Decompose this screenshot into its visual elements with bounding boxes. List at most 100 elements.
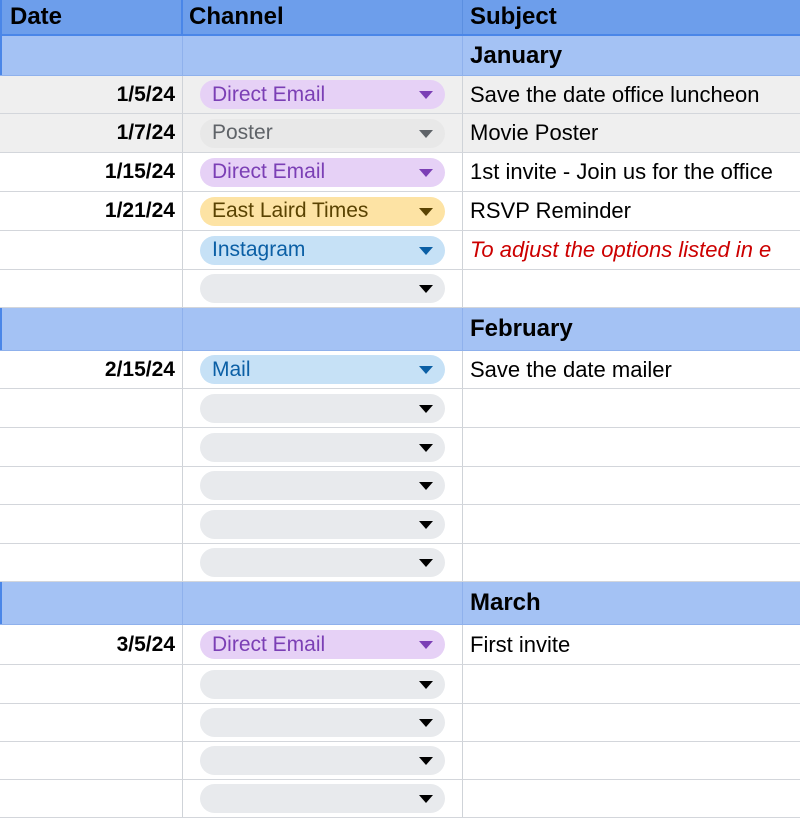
subject-cell[interactable] xyxy=(463,505,800,543)
date-cell[interactable]: 3/5/24 xyxy=(0,625,183,664)
channel-cell[interactable] xyxy=(183,270,463,307)
subject-cell[interactable]: March xyxy=(463,582,800,624)
header-channel-cell[interactable]: Channel xyxy=(183,0,463,34)
subject-cell[interactable]: January xyxy=(463,36,800,75)
subject-cell[interactable]: 1st invite - Join us for the office xyxy=(463,153,800,191)
channel-cell[interactable] xyxy=(183,780,463,817)
chevron-down-icon[interactable] xyxy=(419,246,433,255)
chevron-down-icon[interactable] xyxy=(419,757,433,765)
chevron-down-icon[interactable] xyxy=(419,168,433,177)
date-cell[interactable] xyxy=(0,308,183,350)
chevron-down-icon[interactable] xyxy=(419,482,433,490)
channel-cell[interactable]: Mail xyxy=(183,351,463,388)
channel-chip-label: East Laird Times xyxy=(212,199,369,222)
table-row xyxy=(0,544,800,582)
channel-dropdown-chip[interactable]: Mail xyxy=(200,355,445,384)
date-cell[interactable]: 1/7/24 xyxy=(0,114,183,152)
date-cell[interactable] xyxy=(0,665,183,703)
date-cell[interactable] xyxy=(0,742,183,779)
date-cell[interactable] xyxy=(0,582,183,624)
channel-cell[interactable] xyxy=(183,467,463,504)
chevron-down-icon[interactable] xyxy=(419,795,433,803)
channel-dropdown-chip[interactable]: Instagram xyxy=(200,235,445,265)
date-cell[interactable]: 1/5/24 xyxy=(0,76,183,113)
date-cell[interactable]: 2/15/24 xyxy=(0,351,183,388)
channel-cell[interactable] xyxy=(183,389,463,427)
subject-cell[interactable] xyxy=(463,780,800,817)
channel-dropdown-chip[interactable]: Direct Email xyxy=(200,630,445,659)
subject-cell[interactable] xyxy=(463,389,800,427)
subject-cell[interactable]: RSVP Reminder xyxy=(463,192,800,230)
subject-cell[interactable]: To adjust the options listed in e xyxy=(463,231,800,269)
date-cell[interactable] xyxy=(0,467,183,504)
header-subject-cell[interactable]: Subject xyxy=(463,0,800,34)
channel-dropdown-chip[interactable] xyxy=(200,471,445,500)
chevron-down-icon[interactable] xyxy=(419,366,433,374)
chevron-down-icon[interactable] xyxy=(419,443,433,452)
header-date-cell[interactable]: Date xyxy=(0,0,183,34)
subject-cell[interactable] xyxy=(463,467,800,504)
subject-cell[interactable] xyxy=(463,665,800,703)
channel-dropdown-chip[interactable] xyxy=(200,669,445,699)
chevron-down-icon[interactable] xyxy=(419,285,433,293)
channel-cell[interactable] xyxy=(183,704,463,741)
chevron-down-icon[interactable] xyxy=(419,559,433,567)
chevron-down-icon[interactable] xyxy=(419,719,433,727)
channel-cell[interactable] xyxy=(183,582,463,624)
subject-cell[interactable] xyxy=(463,742,800,779)
channel-cell[interactable] xyxy=(183,544,463,581)
channel-dropdown-chip[interactable]: Poster xyxy=(200,118,445,148)
channel-cell[interactable] xyxy=(183,742,463,779)
channel-dropdown-chip[interactable] xyxy=(200,509,445,539)
chevron-down-icon[interactable] xyxy=(419,91,433,99)
channel-dropdown-chip[interactable]: East Laird Times xyxy=(200,196,445,226)
date-cell[interactable] xyxy=(0,36,183,75)
subject-cell[interactable]: First invite xyxy=(463,625,800,664)
date-cell[interactable] xyxy=(0,231,183,269)
channel-dropdown-chip[interactable] xyxy=(200,274,445,303)
channel-dropdown-chip[interactable] xyxy=(200,548,445,577)
channel-cell[interactable] xyxy=(183,665,463,703)
channel-cell[interactable]: Instagram xyxy=(183,231,463,269)
subject-cell[interactable] xyxy=(463,544,800,581)
date-cell[interactable] xyxy=(0,428,183,466)
date-cell[interactable] xyxy=(0,389,183,427)
date-cell[interactable] xyxy=(0,704,183,741)
channel-cell[interactable]: East Laird Times xyxy=(183,192,463,230)
channel-dropdown-chip[interactable] xyxy=(200,708,445,737)
subject-cell[interactable]: Save the date mailer xyxy=(463,351,800,388)
date-cell[interactable] xyxy=(0,544,183,581)
channel-cell[interactable]: Direct Email xyxy=(183,153,463,191)
date-cell[interactable]: 1/15/24 xyxy=(0,153,183,191)
date-cell[interactable] xyxy=(0,270,183,307)
channel-dropdown-chip[interactable] xyxy=(200,746,445,775)
subject-text: First invite xyxy=(470,631,571,657)
channel-dropdown-chip[interactable]: Direct Email xyxy=(200,157,445,187)
chevron-down-icon[interactable] xyxy=(419,404,433,413)
chevron-down-icon[interactable] xyxy=(419,520,433,529)
subject-cell[interactable]: Movie Poster xyxy=(463,114,800,152)
chevron-down-icon[interactable] xyxy=(419,680,433,689)
subject-cell[interactable] xyxy=(463,270,800,307)
date-cell[interactable] xyxy=(0,505,183,543)
channel-cell[interactable] xyxy=(183,428,463,466)
channel-cell[interactable]: Poster xyxy=(183,114,463,152)
subject-cell[interactable] xyxy=(463,704,800,741)
channel-cell[interactable] xyxy=(183,505,463,543)
chevron-down-icon[interactable] xyxy=(419,207,433,216)
channel-dropdown-chip[interactable]: Direct Email xyxy=(200,80,445,109)
date-cell[interactable]: 1/21/24 xyxy=(0,192,183,230)
date-cell[interactable] xyxy=(0,780,183,817)
channel-dropdown-chip[interactable] xyxy=(200,393,445,423)
channel-cell[interactable] xyxy=(183,36,463,75)
channel-cell[interactable] xyxy=(183,308,463,350)
channel-cell[interactable]: Direct Email xyxy=(183,625,463,664)
chevron-down-icon[interactable] xyxy=(419,129,433,138)
channel-dropdown-chip[interactable] xyxy=(200,432,445,462)
channel-dropdown-chip[interactable] xyxy=(200,784,445,813)
channel-cell[interactable]: Direct Email xyxy=(183,76,463,113)
chevron-down-icon[interactable] xyxy=(419,641,433,649)
subject-cell[interactable]: Save the date office luncheon xyxy=(463,76,800,113)
subject-cell[interactable]: February xyxy=(463,308,800,350)
subject-cell[interactable] xyxy=(463,428,800,466)
